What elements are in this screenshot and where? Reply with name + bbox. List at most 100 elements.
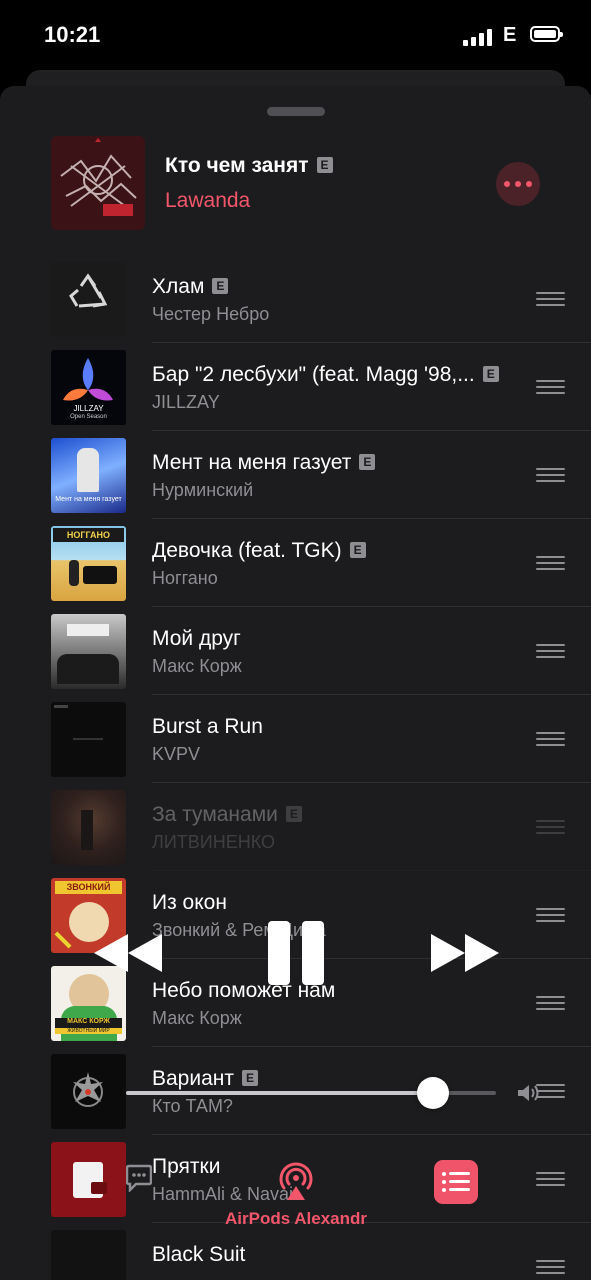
now-playing-artwork xyxy=(51,136,145,230)
explicit-badge: E xyxy=(242,1070,258,1086)
reorder-handle-icon[interactable] xyxy=(536,908,565,922)
track-title-text: Девочка (feat. TGK) xyxy=(152,539,342,562)
row-divider xyxy=(152,342,591,343)
track-title-text: За туманами xyxy=(152,803,278,826)
now-playing-sheet: Кто чем занят E Lawanda Хлам E Честер Небр… xyxy=(0,86,591,1280)
reorder-handle-icon[interactable] xyxy=(536,380,565,394)
reorder-handle-icon[interactable] xyxy=(536,820,565,834)
speaker-volume-icon xyxy=(518,1085,539,1101)
queue-row[interactable]: НОГГАНО Девочка (feat. TGK) E Ноггано xyxy=(0,526,591,614)
album-art-figure xyxy=(81,810,93,850)
queue-row[interactable]: Мент на меня газует Мент на меня газует E… xyxy=(0,438,591,526)
track-title: Прятки xyxy=(152,1155,220,1179)
album-art-mark xyxy=(54,705,68,708)
lyrics-button-icon[interactable] xyxy=(126,1162,152,1192)
track-title: За туманами E xyxy=(152,803,302,827)
album-art-sublabel: ЖИВОТНЫЙ МИР xyxy=(55,1028,122,1034)
row-divider xyxy=(152,430,591,431)
network-type: E xyxy=(503,24,517,46)
battery-icon xyxy=(530,26,563,42)
track-title: Из окон xyxy=(152,891,227,915)
reorder-handle-icon[interactable] xyxy=(536,644,565,658)
track-title-text: Мой друг xyxy=(152,627,241,650)
track-title: Девочка (feat. TGK) E xyxy=(152,539,366,563)
piano-shape xyxy=(83,566,117,584)
track-title-text: Burst a Run xyxy=(152,715,263,738)
queue-row[interactable]: За туманами E ЛИТВИНЕНКО xyxy=(0,790,591,878)
track-title-text: Вариант xyxy=(152,1067,234,1090)
album-art xyxy=(51,790,126,865)
cellular-signal-icon xyxy=(463,28,493,46)
row-divider xyxy=(152,518,591,519)
album-art xyxy=(51,702,126,777)
album-art xyxy=(51,262,126,337)
reorder-handle-icon[interactable] xyxy=(536,1260,565,1274)
album-art: JILLZAY Open Season xyxy=(51,350,126,425)
album-art-label: ЗВОНКИЙ xyxy=(55,881,122,894)
status-bar: 10:21 E xyxy=(0,0,591,70)
row-divider xyxy=(152,782,591,783)
track-title: Мент на меня газует E xyxy=(152,451,376,475)
queue-row[interactable]: Мой друг Макс Корж xyxy=(0,614,591,702)
track-artist: KVPV xyxy=(152,744,201,764)
album-art-cross xyxy=(54,931,72,949)
track-title-text: Бар "2 лесбухи" (feat. Magg '98,... xyxy=(152,363,475,386)
airplay-device-label[interactable]: AirPods Alexandr xyxy=(216,1209,376,1229)
figure-shape xyxy=(69,560,79,586)
reorder-handle-icon[interactable] xyxy=(536,996,565,1010)
now-playing-artist[interactable]: Lawanda xyxy=(165,189,250,213)
volume-slider-fill xyxy=(126,1091,434,1095)
track-artist: Кто ТАМ? xyxy=(152,1096,233,1116)
album-art xyxy=(51,1230,126,1280)
album-art xyxy=(51,1054,126,1129)
reorder-handle-icon[interactable] xyxy=(536,292,565,306)
reorder-handle-icon[interactable] xyxy=(536,732,565,746)
track-artist: JILLZAY xyxy=(152,392,220,412)
sheet-grabber[interactable] xyxy=(267,107,325,116)
reorder-handle-icon[interactable] xyxy=(536,1172,565,1186)
track-artist: Ноггано xyxy=(152,568,218,588)
track-title-text: Black Suit xyxy=(152,1243,246,1266)
album-art-sublabel: Open Season xyxy=(70,414,107,420)
explicit-badge: E xyxy=(482,366,499,382)
explicit-badge: E xyxy=(212,278,229,294)
track-artist: ЛИТВИНЕНКО xyxy=(152,832,275,852)
explicit-badge: E xyxy=(349,542,366,558)
queue-row[interactable]: Вариант E Кто ТАМ? xyxy=(0,1054,591,1142)
album-art: НОГГАНО xyxy=(51,526,126,601)
queue-row[interactable]: Burst a Run KVPV xyxy=(0,702,591,790)
previous-track-button[interactable] xyxy=(90,934,162,972)
now-playing-title: Кто чем занят E xyxy=(165,154,333,178)
track-title-text: Хлам xyxy=(152,275,205,298)
track-title: Мой друг xyxy=(152,627,241,651)
queue-row[interactable]: Хлам E Честер Небро xyxy=(0,262,591,350)
track-title-text: Из окон xyxy=(152,891,227,914)
album-art-label: НОГГАНО xyxy=(53,528,124,542)
status-time: 10:21 xyxy=(44,22,101,47)
album-art-object xyxy=(91,1182,107,1194)
next-track-button[interactable] xyxy=(431,934,501,972)
track-title: Black Suit xyxy=(152,1243,245,1267)
explicit-badge: E xyxy=(285,806,302,822)
airplay-audio-icon[interactable] xyxy=(277,1160,315,1202)
row-divider xyxy=(152,606,591,607)
track-title-text: Прятки xyxy=(152,1155,221,1178)
queue-list-button[interactable] xyxy=(434,1160,478,1204)
track-artist: Честер Небро xyxy=(152,304,270,324)
track-title-text: Мент на меня газует xyxy=(152,451,352,474)
more-options-button[interactable] xyxy=(496,162,540,206)
reorder-handle-icon[interactable] xyxy=(536,556,565,570)
album-art-figure xyxy=(77,448,99,492)
row-divider xyxy=(152,694,591,695)
album-art xyxy=(51,614,126,689)
queue-row[interactable]: Black Suit xyxy=(0,1230,591,1280)
pause-button[interactable] xyxy=(268,921,326,985)
explicit-badge: E xyxy=(316,157,333,173)
row-divider xyxy=(152,870,591,871)
track-title: Бар "2 лесбухи" (feat. Magg '98,... E xyxy=(152,363,499,387)
row-divider xyxy=(152,1046,591,1047)
volume-slider-knob[interactable] xyxy=(417,1077,450,1109)
reorder-handle-icon[interactable] xyxy=(536,468,565,482)
queue-row[interactable]: JILLZAY Open Season Бар "2 лесбухи" (fea… xyxy=(0,350,591,438)
album-art-group xyxy=(57,654,119,684)
